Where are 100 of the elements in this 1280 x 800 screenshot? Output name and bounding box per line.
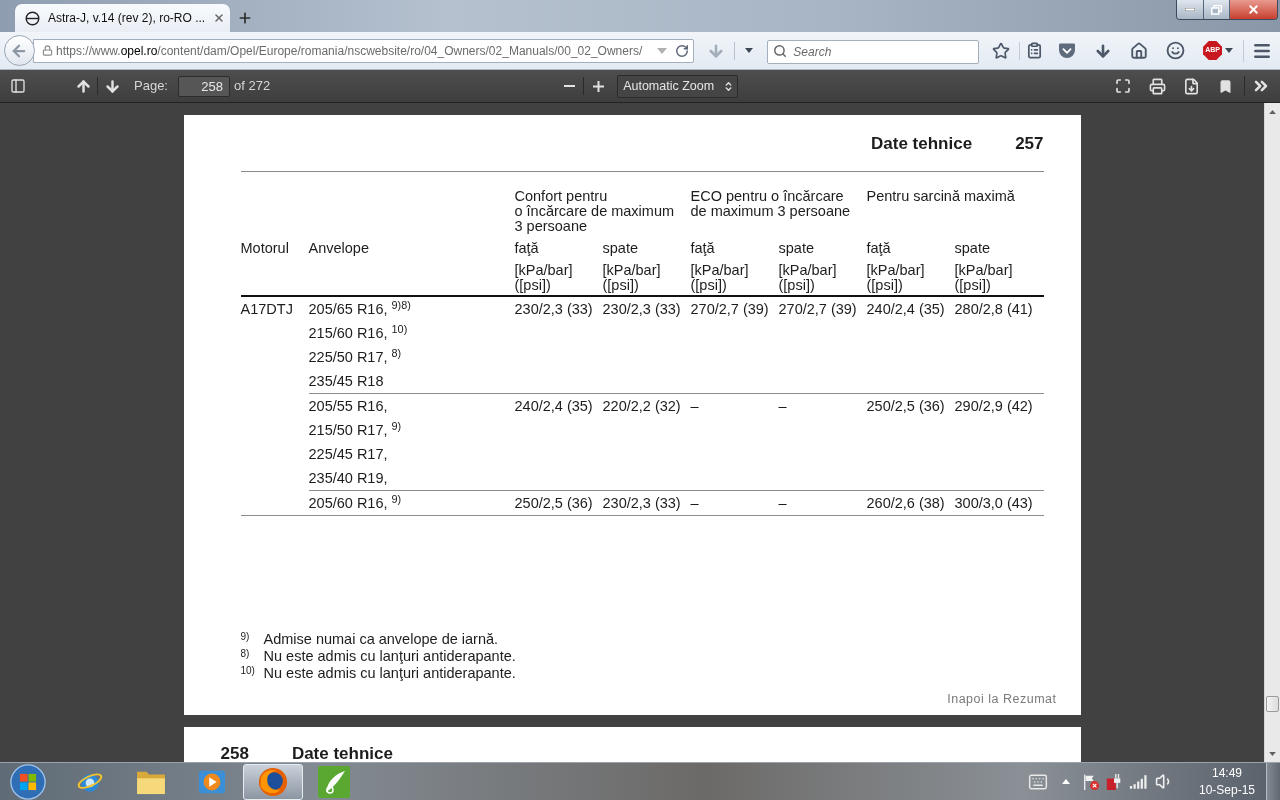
footnote-text: Admise numai ca anvelope de iarnă. (263, 631, 499, 648)
pressure-cell-text: 290/2,9 (42) (954, 397, 1034, 416)
column-header: spate (954, 241, 991, 256)
clipboard-list-icon (1026, 42, 1044, 59)
pressure-cell-text: 300/3,0 (43) (954, 494, 1034, 513)
tire-size: 215/60 R16, $^{10)}$ (308, 321, 408, 343)
column-group-header: ECO pentru o încărcare de maximum 3 persoane (690, 189, 852, 221)
caret-down-icon (745, 48, 754, 53)
circle-logo-icon (258, 766, 288, 797)
engine-cell: A17DTJ (240, 301, 293, 317)
tire-size: 205/60 R16, $^{9)}$ (308, 491, 402, 513)
search-field[interactable]: Search (767, 39, 980, 64)
printer-icon (1148, 77, 1166, 95)
restore-button[interactable] (1204, 0, 1230, 19)
show-desktop-button[interactable] (1266, 763, 1280, 800)
pocket-icon (1058, 42, 1077, 59)
pressure-cell-text: – (778, 397, 788, 416)
column-header: spate (602, 241, 639, 256)
signal-bars-icon (1129, 774, 1147, 789)
star-icon (992, 41, 1011, 60)
column-group-header: Pentru sarcină maximă (866, 189, 1016, 206)
close-window-button[interactable] (1230, 0, 1277, 19)
smiley-icon (1165, 41, 1185, 60)
page-number-field[interactable]: 258 (178, 75, 230, 97)
caret-down-icon (1225, 48, 1234, 53)
unit-label: [kPa/bar] ([psi]) (690, 263, 750, 293)
dropdown-caret-icon (657, 47, 668, 54)
tire-size: 235/45 R18 (308, 372, 384, 391)
unit-label: [kPa/bar] ([psi]) (954, 263, 1014, 293)
tire-size: 215/50 R17, $^{9)}$ (308, 418, 402, 440)
taskbar-app-button[interactable] (243, 763, 303, 800)
pressure-cell-text: 270/2,7 (39) (690, 300, 770, 319)
footnote-mark: 10) (240, 665, 255, 676)
restore-icon (1211, 4, 1222, 15)
pressure-cell-text: – (690, 397, 700, 416)
lock-icon (41, 45, 53, 56)
footnote-text: Nu este admis cu lanţuri antiderapante. (263, 648, 516, 665)
unit-label: [kPa/bar] ([psi]) (866, 263, 926, 293)
tire-size: 235/40 R19, (308, 469, 388, 488)
pressure-cell-text: – (690, 494, 700, 513)
unit-label: [kPa/bar] ([psi]) (602, 263, 662, 293)
back-button[interactable] (4, 35, 35, 66)
file-download-icon (1182, 77, 1200, 95)
column-header: faţă (866, 241, 892, 256)
start-button[interactable] (8, 763, 48, 800)
sidebar-icon (10, 78, 26, 94)
pressure-cell-text: 260/2,6 (38) (866, 494, 946, 513)
footnote-mark: 8) (240, 648, 250, 659)
tire-size: 225/50 R17, $^{8)}$ (308, 345, 402, 367)
search-icon (773, 43, 788, 58)
flag-alert-icon (1082, 772, 1100, 791)
page-number: 258 (220, 745, 249, 762)
url-field[interactable]: https://www.opel.ro/content/dam/Opel/Europe/romania/nscwebsite/ro/04_Owners/02_Manuals/00_02_Owners/ (32, 38, 695, 63)
power-plug-icon (1105, 772, 1123, 791)
minus-icon (563, 85, 575, 87)
column-header: Anvelope (308, 241, 370, 256)
ring-logo-icon (25, 10, 40, 26)
plus-icon (592, 80, 604, 92)
plus-icon (237, 10, 253, 26)
home-icon (1130, 41, 1149, 60)
close-icon (213, 12, 226, 24)
page-number: 257 (1015, 134, 1044, 154)
pressure-cell-text: 250/2,5 (36) (866, 397, 946, 416)
pressure-cell-text: 230/2,3 (33) (602, 494, 682, 513)
column-header: spate (778, 241, 815, 256)
tire-size: 225/45 R17, (308, 445, 388, 464)
leaf-tile-icon (318, 765, 350, 798)
pressure-cell-text: – (778, 494, 788, 513)
unit-label: [kPa/bar] ([psi]) (778, 263, 838, 293)
triangle-up-icon (1269, 109, 1276, 114)
close-tab-button[interactable] (213, 11, 226, 25)
four-squares-logo-icon (10, 763, 46, 800)
page-title: Date tehnice (871, 134, 973, 154)
zoom-select[interactable]: Automatic Zoom (617, 74, 739, 98)
scroll-thumb[interactable] (1266, 696, 1279, 712)
triangle-down-icon (1269, 751, 1276, 756)
pressure-cell-text: 220/2,2 (32) (602, 397, 682, 416)
minimize-button[interactable] (1177, 0, 1204, 19)
minimize-icon (1185, 8, 1195, 11)
pressure-cell-text: 270/2,7 (39) (778, 300, 858, 319)
page-title: Date tehnice (291, 745, 393, 762)
pressure-cell-text: 230/2,3 (33) (514, 300, 594, 319)
pressure-cell-text: 250/2,5 (36) (514, 494, 594, 513)
column-group-header: Confort pentru o încărcare de maximum 3 persoane (514, 189, 676, 234)
fullscreen-icon (1115, 78, 1131, 94)
page-count: of 272 (234, 77, 271, 96)
arrow-down-icon (103, 77, 121, 95)
clock-button[interactable]: 14:49 10-Sep-15 (1192, 764, 1262, 799)
column-header: Motorul (240, 241, 290, 256)
tire-size: 205/65 R16, $^{9)8)}$ (308, 297, 411, 319)
footnote-mark: 9) (240, 631, 250, 642)
pressure-cell-text: 240/2,4 (35) (514, 397, 594, 416)
page-label: Page: (134, 77, 168, 96)
unit-label: [kPa/bar] ([psi]) (514, 263, 574, 293)
bookmark-icon (1217, 77, 1233, 95)
browser-tab[interactable]: Astra-J, v.14 (rev 2), ro-RO ... (15, 4, 230, 32)
column-header: faţă (690, 241, 716, 256)
pressure-cell-text: 230/2,3 (33) (602, 300, 682, 319)
pressure-cell-text: 280/2,8 (41) (954, 300, 1034, 319)
back-to-summary-link[interactable]: Inapoi la Rezumat (947, 692, 1057, 707)
